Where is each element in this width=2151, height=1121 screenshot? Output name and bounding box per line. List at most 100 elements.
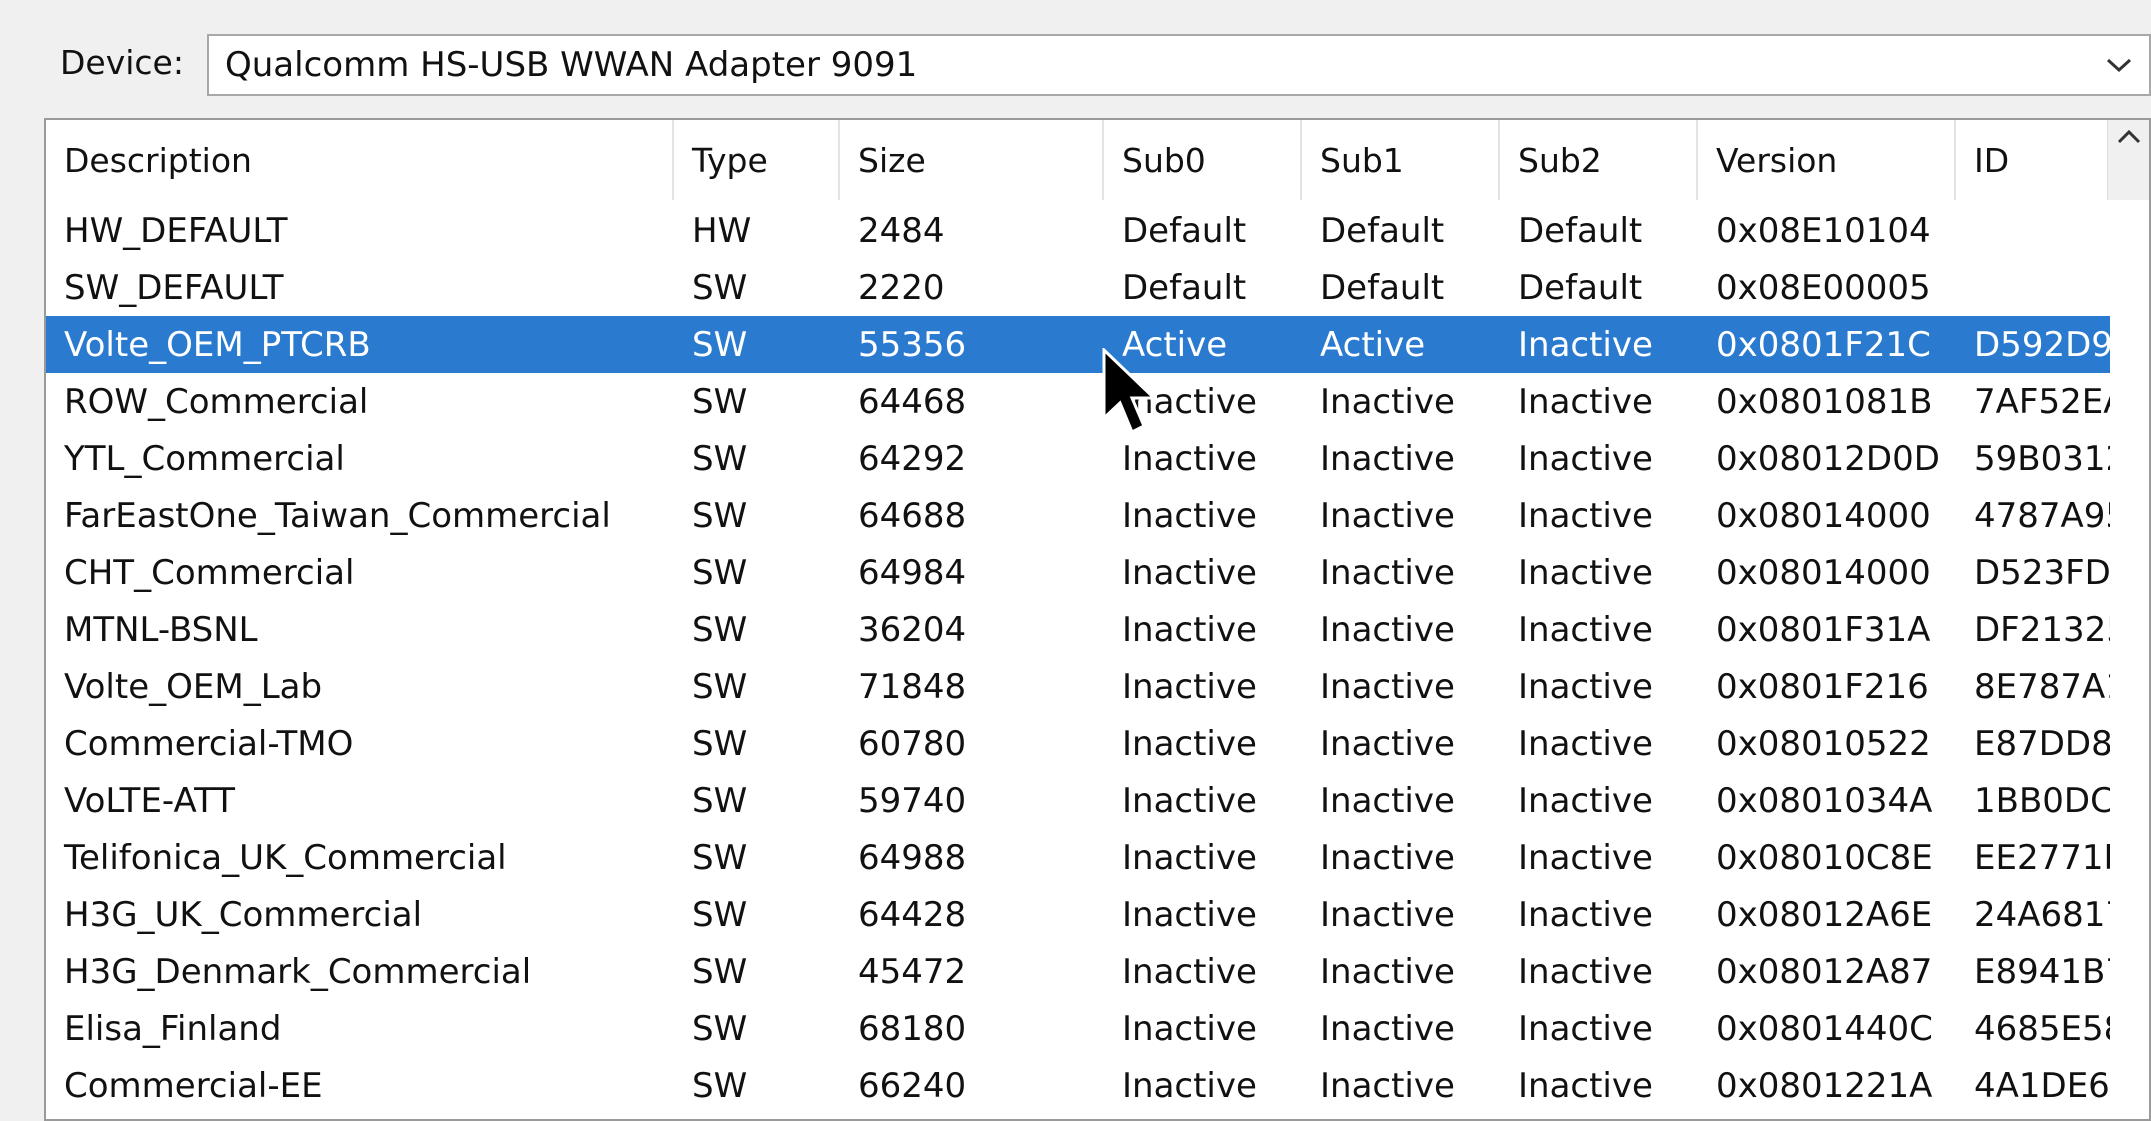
row-sub1: Default <box>1320 210 1445 251</box>
row-type: SW <box>692 552 748 593</box>
row-id: EE2771F <box>1974 837 2110 878</box>
row-type: SW <box>692 837 748 878</box>
row-description: H3G_Denmark_Commercial <box>64 951 532 992</box>
row-type: SW <box>692 780 748 821</box>
row-type: SW <box>692 1008 748 1049</box>
chevron-down-icon[interactable] <box>2089 48 2149 83</box>
scroll-up-arrow-icon[interactable] <box>2107 120 2149 200</box>
row-size: 60780 <box>858 723 967 764</box>
table-row[interactable]: VoLTE-ATT SW 59740 Inactive Inactive Inactive… <box>46 772 2110 829</box>
row-description: H3G_UK_Commercial <box>64 894 423 935</box>
row-sub2: Inactive <box>1518 723 1653 764</box>
chevron-down-icon-svg <box>2106 58 2132 72</box>
row-id <box>1956 202 2110 259</box>
row-type: SW <box>692 951 748 992</box>
header-size[interactable]: Size <box>840 120 1104 200</box>
header-sub1[interactable]: Sub1 <box>1302 120 1500 200</box>
row-size: 64428 <box>858 894 967 935</box>
row-sub1: Inactive <box>1320 495 1455 536</box>
header-sub0[interactable]: Sub0 <box>1104 120 1302 200</box>
row-description: MTNL-BSNL <box>64 609 258 650</box>
row-sub1: Inactive <box>1320 780 1455 821</box>
table-row[interactable]: Telifonica_UK_Commercial SW 64988 Inactive I… <box>46 829 2110 886</box>
row-size: 2220 <box>858 267 945 308</box>
list-rows: HW_DEFAULT HW 2484 Default Default Default 0x0… <box>46 202 2110 1114</box>
row-type: SW <box>692 381 748 422</box>
row-sub0: Inactive <box>1122 552 1257 593</box>
row-version: 0x08012A87 <box>1716 951 1933 992</box>
row-description: VoLTE-ATT <box>64 780 236 821</box>
row-version: 0x08E10104 <box>1716 210 1931 251</box>
row-version: 0x0801440C <box>1716 1008 1933 1049</box>
row-description: Commercial-EE <box>64 1065 323 1106</box>
row-description: ROW_Commercial <box>64 381 369 422</box>
table-row[interactable]: Elisa_Finland SW 68180 Inactive Inactive Inac… <box>46 1000 2110 1057</box>
table-row[interactable]: ROW_Commercial SW 64468 Inactive Inactive Ina… <box>46 373 2110 430</box>
row-description: Telifonica_UK_Commercial <box>64 837 507 878</box>
row-sub0: Inactive <box>1122 837 1257 878</box>
row-type: SW <box>692 666 748 707</box>
table-row[interactable]: HW_DEFAULT HW 2484 Default Default Default 0x0… <box>46 202 2110 259</box>
row-sub2: Inactive <box>1518 381 1653 422</box>
row-size: 2484 <box>858 210 945 251</box>
table-row[interactable]: H3G_Denmark_Commercial SW 45472 Inactive Ina… <box>46 943 2110 1000</box>
row-version: 0x08012D0D <box>1716 438 1940 479</box>
row-description: CHT_Commercial <box>64 552 355 593</box>
row-sub1: Inactive <box>1320 837 1455 878</box>
table-row[interactable]: H3G_UK_Commercial SW 64428 Inactive Inactive… <box>46 886 2110 943</box>
header-type[interactable]: Type <box>674 120 840 200</box>
row-sub0: Inactive <box>1122 723 1257 764</box>
table-row[interactable]: CHT_Commercial SW 64984 Inactive Inactive Ina… <box>46 544 2110 601</box>
header-version[interactable]: Version <box>1698 120 1956 200</box>
table-row[interactable]: FarEastOne_Taiwan_Commercial SW 64688 Inact… <box>46 487 2110 544</box>
row-sub1: Inactive <box>1320 438 1455 479</box>
table-row[interactable]: YTL_Commercial SW 64292 Inactive Inactive Ina… <box>46 430 2110 487</box>
device-value: Qualcomm HS-USB WWAN Adapter 9091 <box>225 45 918 85</box>
row-type: HW <box>692 210 752 251</box>
row-sub0: Inactive <box>1122 1065 1257 1106</box>
table-row[interactable]: Commercial-EE SW 66240 Inactive Inactive Inac… <box>46 1057 2110 1114</box>
row-version: 0x0801F21C <box>1716 324 1931 365</box>
row-description: HW_DEFAULT <box>64 210 288 251</box>
row-type: SW <box>692 495 748 536</box>
row-description: Volte_OEM_PTCRB <box>64 324 371 365</box>
row-sub2: Inactive <box>1518 495 1653 536</box>
row-size: 66240 <box>858 1065 967 1106</box>
row-sub2: Inactive <box>1518 951 1653 992</box>
row-sub2: Inactive <box>1518 894 1653 935</box>
header-sub2[interactable]: Sub2 <box>1500 120 1698 200</box>
row-sub2: Inactive <box>1518 324 1653 365</box>
row-size: 68180 <box>858 1008 967 1049</box>
row-sub1: Default <box>1320 267 1445 308</box>
row-version: 0x08012A6E <box>1716 894 1933 935</box>
row-sub0: Inactive <box>1122 951 1257 992</box>
header-id[interactable]: ID <box>1956 120 2110 200</box>
row-sub2: Inactive <box>1518 666 1653 707</box>
row-sub2: Inactive <box>1518 1008 1653 1049</box>
header-description[interactable]: Description <box>46 120 674 200</box>
row-type: SW <box>692 723 748 764</box>
row-size: 36204 <box>858 609 967 650</box>
table-row[interactable]: SW_DEFAULT SW 2220 Default Default Default 0x0… <box>46 259 2110 316</box>
table-row[interactable]: Volte_OEM_Lab SW 71848 Inactive Inactive Inac… <box>46 658 2110 715</box>
row-version: 0x08010522 <box>1716 723 1931 764</box>
config-list[interactable]: Description Type Size Sub0 Sub1 Sub2 Version ID… <box>44 118 2151 1121</box>
row-description: FarEastOne_Taiwan_Commercial <box>64 495 611 536</box>
row-sub2: Inactive <box>1518 552 1653 593</box>
row-version: 0x08014000 <box>1716 552 1931 593</box>
device-dropdown[interactable]: Qualcomm HS-USB WWAN Adapter 9091 <box>207 34 2151 96</box>
row-version: 0x08010C8E <box>1716 837 1933 878</box>
scroll-up-arrow-svg <box>2117 129 2140 144</box>
row-size: 55356 <box>858 324 967 365</box>
row-sub1: Inactive <box>1320 723 1455 764</box>
list-header: Description Type Size Sub0 Sub1 Sub2 Version ID <box>46 120 2110 200</box>
row-type: SW <box>692 324 748 365</box>
table-row[interactable]: Commercial-TMO SW 60780 Inactive Inactive Ina… <box>46 715 2110 772</box>
row-id: 1BB0DCE <box>1974 780 2110 821</box>
row-type: SW <box>692 894 748 935</box>
row-description: Volte_OEM_Lab <box>64 666 323 707</box>
row-sub2: Inactive <box>1518 609 1653 650</box>
row-id: 59B0312 <box>1974 438 2110 479</box>
table-row[interactable]: MTNL-BSNL SW 36204 Inactive Inactive Inactive… <box>46 601 2110 658</box>
table-row[interactable]: Volte_OEM_PTCRB SW 55356 Active Active Inacti… <box>46 316 2110 373</box>
